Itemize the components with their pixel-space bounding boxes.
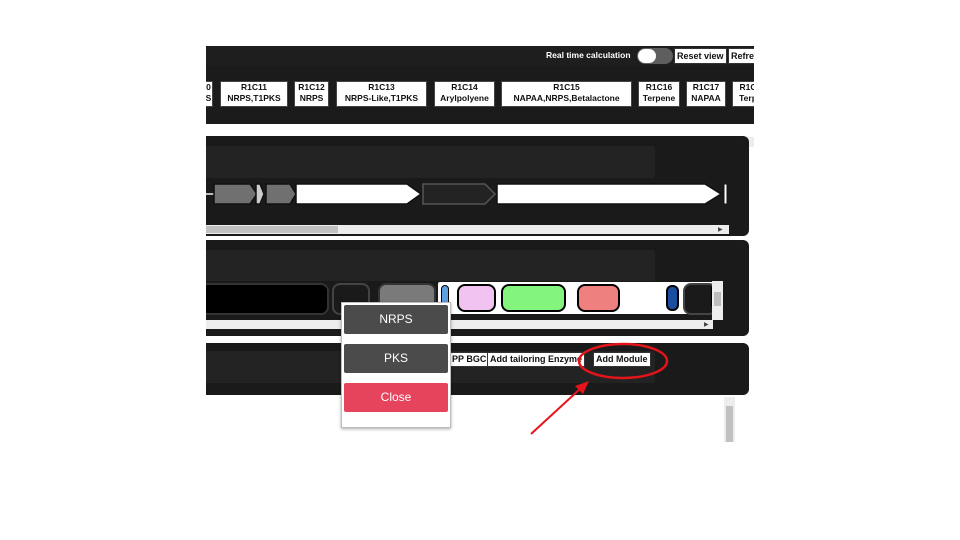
region-type: NRPS [299, 93, 324, 103]
region-id: R1C15 [553, 82, 580, 92]
region-type: NRPS-Like,T1PKS [344, 93, 419, 103]
region-id: R1C16 [645, 82, 673, 92]
gene-arrow[interactable] [265, 183, 297, 205]
region-id: 0 [206, 82, 211, 92]
toggle-knob [638, 49, 656, 63]
scrollbar-thumb[interactable] [714, 292, 721, 306]
region-type: NAPAA,NRPS,Betalactone [513, 93, 620, 103]
scrollbar-thumb[interactable] [206, 226, 338, 233]
domain-block-green[interactable] [501, 284, 566, 312]
region-type: S [206, 93, 212, 103]
realtime-calculation-toggle[interactable] [637, 48, 673, 64]
tools-panel [206, 343, 749, 395]
nrps-option-button[interactable]: NRPS [344, 305, 448, 334]
region-type: Terp [739, 93, 754, 103]
region-button-r1c14[interactable]: R1C14 Arylpolyene [434, 81, 495, 107]
gene-arrow[interactable] [496, 183, 723, 205]
add-tailoring-enzyme-button[interactable]: Add tailoring Enzyme [487, 352, 586, 367]
region-button-r1c15[interactable]: R1C15 NAPAA,NRPS,Betalactone [501, 81, 632, 107]
module-panel-header-bar [206, 250, 655, 282]
module-type-popup: NRPS PKS Close [341, 302, 451, 428]
region-id: R1C [739, 82, 754, 92]
scrollbar-thumb[interactable] [726, 406, 733, 442]
gene-arrow[interactable] [255, 183, 265, 205]
refresh-button[interactable]: Refre [728, 48, 754, 64]
gene-arrow[interactable] [295, 183, 423, 205]
close-button[interactable]: Close [344, 383, 448, 412]
screenshot-crop: Real time calculation Reset view Refre 0… [206, 46, 754, 442]
domain-block-blue[interactable] [666, 285, 679, 311]
region-id: R1C13 [368, 82, 395, 92]
region-type: NAPAA [691, 93, 721, 103]
region-button-r1c13[interactable]: R1C13 NRPS-Like,T1PKS [336, 81, 427, 107]
gene-arrows [206, 183, 728, 205]
region-button-r1c12[interactable]: R1C12 NRPS [294, 81, 329, 107]
region-selector-row: 0 S R1C11 NRPS,T1PKS R1C12 NRPS R1C13 NR… [206, 66, 754, 147]
scroll-right-icon[interactable]: ▶ [704, 321, 709, 328]
scroll-right-icon[interactable]: ▶ [718, 226, 723, 233]
region-type: Terpene [642, 93, 676, 103]
top-toolbar: Real time calculation Reset view Refre [206, 46, 754, 66]
gene-arrow[interactable] [422, 183, 497, 205]
region-button-r1c16[interactable]: R1C16 Terpene [638, 81, 680, 107]
module-panel-vscroll[interactable] [712, 281, 723, 320]
region-id: R1C11 [241, 82, 267, 92]
add-module-button[interactable]: Add Module [593, 352, 651, 367]
realtime-calculation-label: Real time calculation [546, 50, 631, 60]
gene-panel-scrollbar[interactable]: ▶ [206, 225, 729, 234]
region-id: R1C17 [692, 82, 720, 92]
module-panel-hscroll[interactable]: ▶ [206, 320, 713, 329]
region-button-0[interactable]: 0 S [206, 81, 213, 107]
region-button-r1c11[interactable]: R1C11 NRPS,T1PKS [220, 81, 288, 107]
region-id: R1C12 [298, 82, 325, 92]
region-button-r1c17[interactable]: R1C17 NAPAA [686, 81, 726, 107]
reset-view-button[interactable]: Reset view [674, 48, 727, 64]
ripp-bgc-button[interactable]: PP BGC [449, 352, 490, 367]
output-vscroll[interactable] [724, 397, 735, 442]
module-domain-panel: ▶ [206, 240, 749, 336]
output-text-area[interactable] [206, 395, 754, 442]
region-type: Arylpolyene [440, 93, 489, 103]
domain-block-lavender[interactable] [457, 284, 496, 312]
region-id: R1C14 [451, 82, 478, 92]
region-type: NRPS,T1PKS [227, 93, 281, 103]
domain-block-pink[interactable] [577, 284, 620, 312]
region-button-r1c18[interactable]: R1C Terp [732, 81, 754, 107]
domain-track [206, 281, 720, 320]
gene-arrow[interactable] [213, 183, 258, 205]
domain-block-black[interactable] [206, 283, 329, 315]
gene-arrow[interactable] [723, 183, 728, 205]
gene-cluster-panel: ▶ [206, 136, 749, 236]
gene-panel-header-bar [206, 146, 655, 178]
pks-option-button[interactable]: PKS [344, 344, 448, 373]
